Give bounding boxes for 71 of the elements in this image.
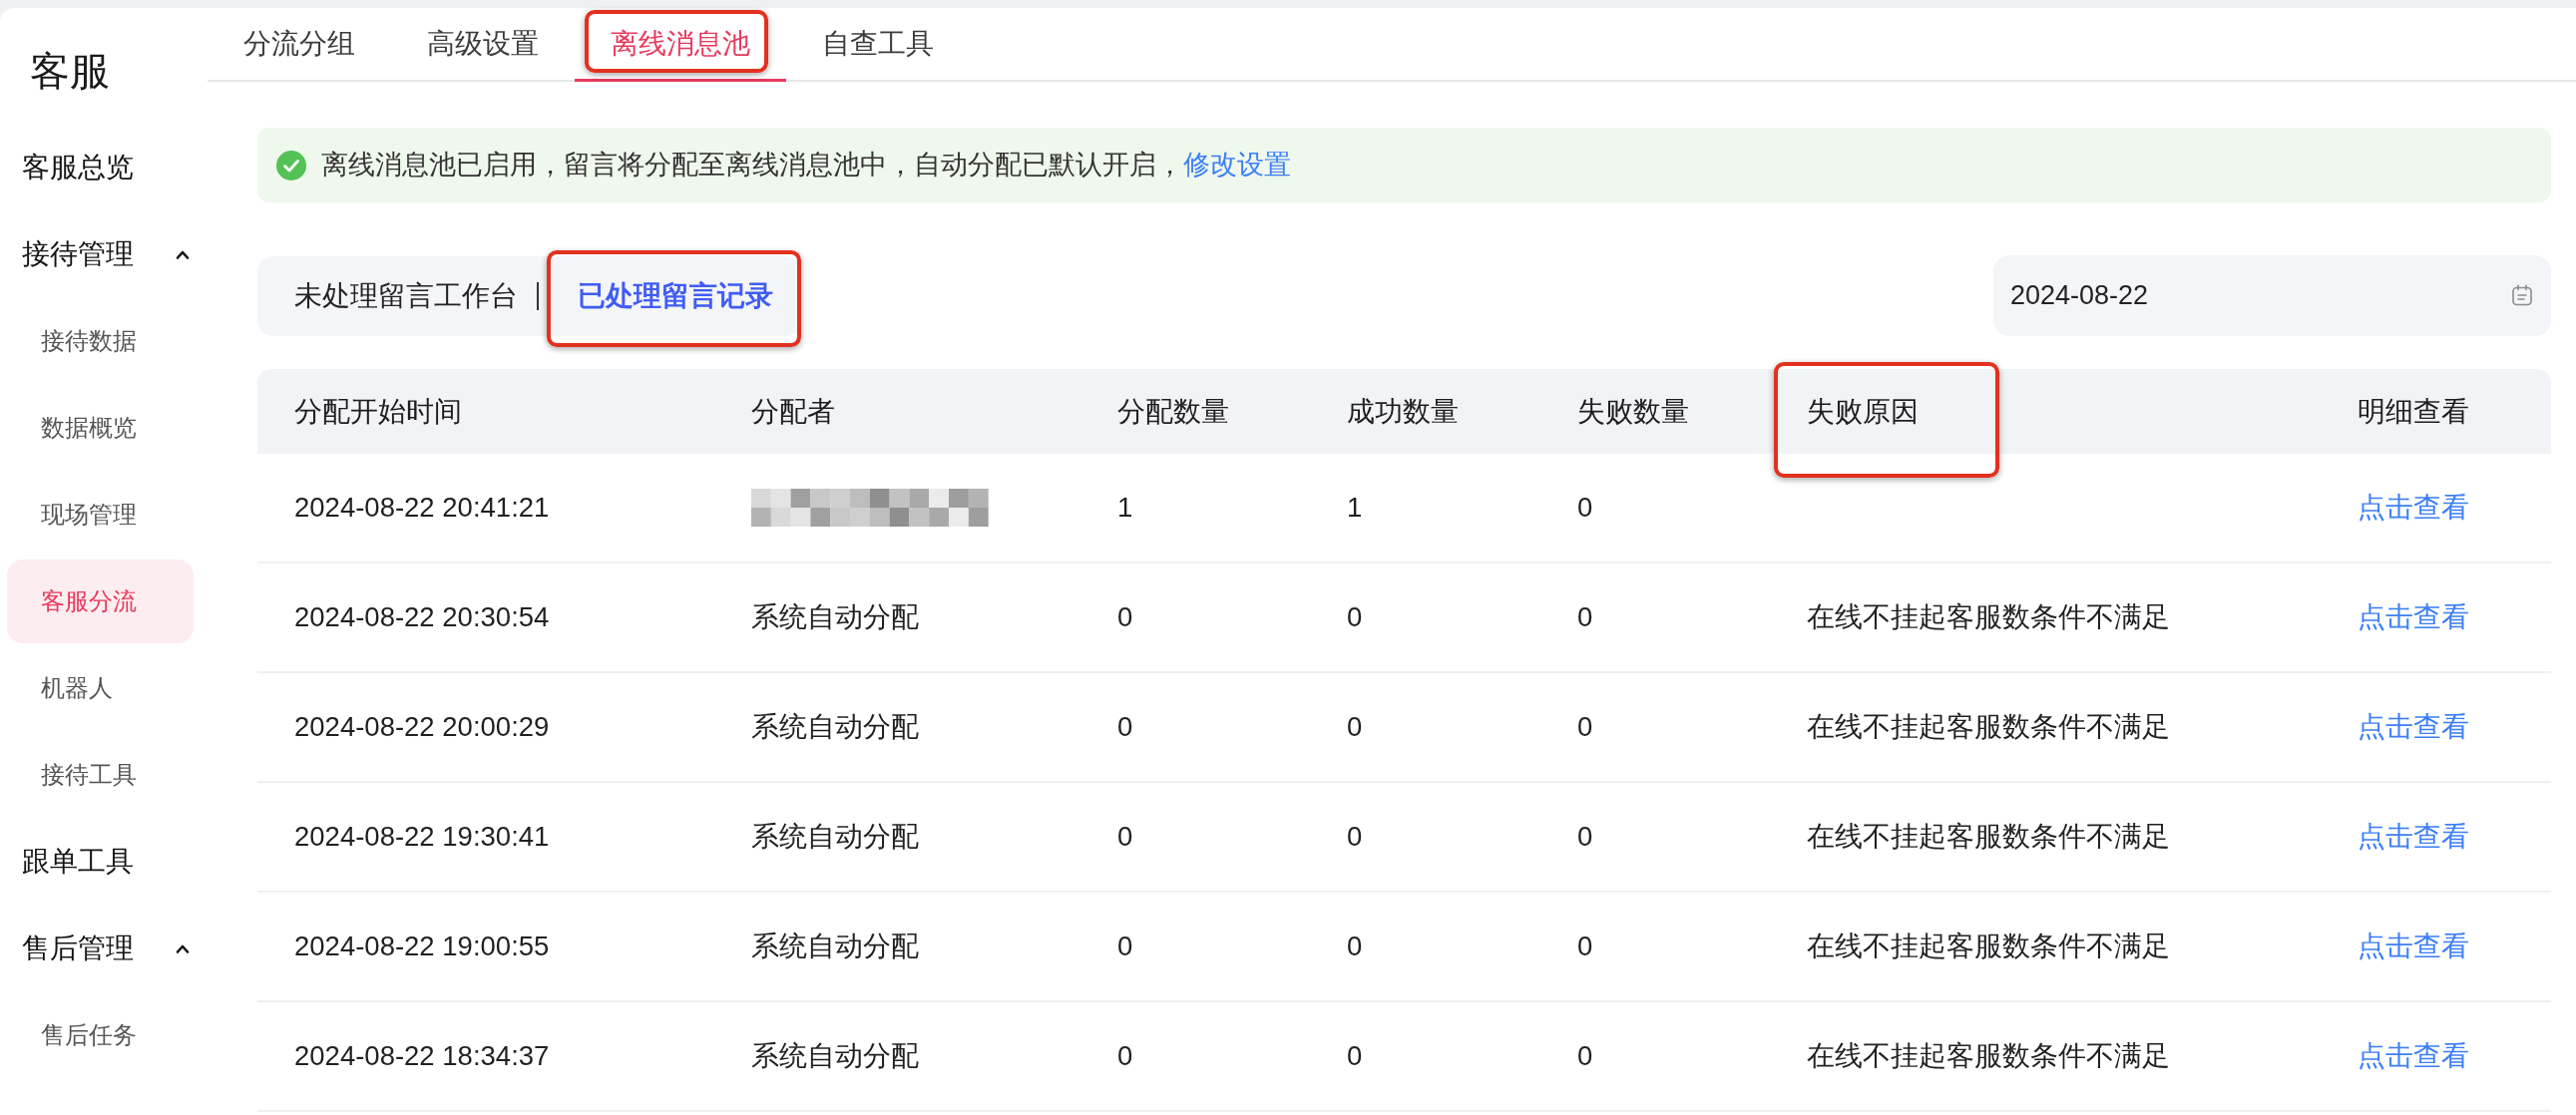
table-cell: 1 [1347,454,1577,563]
table-cell: 0 [1577,783,1807,893]
column-header: 失败原因 [1807,395,1919,427]
chevron-up-icon[interactable] [176,943,190,953]
table-cell: 2024-08-22 19:00:55 [257,893,751,1002]
sidebar-item[interactable]: 售后任务 [7,993,194,1077]
detail-link[interactable]: 点击查看 [2358,1040,2469,1072]
table-cell: 0 [1347,893,1577,1002]
tab[interactable]: 高级设置 [391,8,575,82]
calendar-icon [2511,284,2533,306]
sidebar-item[interactable]: 现场管理 [7,473,194,557]
table-cell: 0 [1117,893,1347,1002]
column-header: 分配数量 [1117,395,1229,427]
table-cell: 0 [1117,783,1347,893]
sidebar-item[interactable]: 接待管理 [7,212,194,296]
table-cell: 在线不挂起客服数条件不满足 [1807,893,2358,1002]
table-cell: 0 [1577,563,1807,673]
table-cell: 2024-08-22 18:34:37 [257,1002,751,1112]
column-header: 分配开始时间 [294,395,462,427]
table-cell: 在线不挂起客服数条件不满足 [1807,1002,2358,1112]
table-cell: 0 [1347,783,1577,893]
table-cell: 2024-08-22 20:30:54 [257,563,751,673]
sidebar-item[interactable]: 机器人 [7,646,194,730]
sidebar-item[interactable]: 接待数据 [7,299,194,383]
column-header: 分配者 [751,395,835,427]
table-cell: 0 [1577,1002,1807,1112]
table-cell: 在线不挂起客服数条件不满足 [1807,783,2358,893]
table-cell: 2024-08-22 20:00:29 [257,673,751,783]
table-cell: 系统自动分配 [751,673,1117,783]
table-cell: 2024-08-22 19:30:41 [257,783,751,893]
sidebar-item[interactable]: 客服总览 [7,126,194,209]
table-cell: 0 [1347,673,1577,783]
date-picker-field[interactable]: 2024-08-22 [1993,255,2551,336]
table-cell: 0 [1117,563,1347,673]
table-cell: 在线不挂起客服数条件不满足 [1807,563,2358,673]
sidebar-item[interactable]: 数据概览 [7,386,194,470]
sidebar-item[interactable]: 跟单工具 [7,820,194,904]
table-cell: 1 [1117,454,1347,563]
sidebar-item[interactable]: 接待工具 [7,733,194,817]
column-header: 明细查看 [2358,395,2469,427]
detail-link[interactable]: 点击查看 [2358,821,2469,853]
table-cell: 0 [1577,893,1807,1002]
table-cell: 0 [1347,1002,1577,1112]
table-cell: 在线不挂起客服数条件不满足 [1807,673,2358,783]
table-cell: 0 [1577,454,1807,563]
detail-link[interactable]: 点击查看 [2358,711,2469,743]
tab[interactable]: 自查工具 [786,8,970,82]
table-cell: 2024-08-22 20:41:21 [257,454,751,563]
table-cell: 系统自动分配 [751,893,1117,1002]
sidebar-item[interactable]: 售后管理 [7,907,194,990]
detail-link[interactable]: 点击查看 [2358,601,2469,633]
alert-message: 离线消息池已启用，留言将分配至离线消息池中，自动分配已默认开启， [321,149,1183,183]
table-cell: 0 [1117,673,1347,783]
chevron-up-icon[interactable] [176,249,190,259]
tab[interactable]: 分流分组 [208,8,391,82]
subtab[interactable]: 未处理留言工作台 [257,255,537,336]
table-cell: 0 [1117,1002,1347,1112]
detail-link[interactable]: 点击查看 [2358,492,2469,524]
success-check-icon [276,150,306,181]
table-cell: 系统自动分配 [751,563,1117,673]
tab[interactable]: 离线消息池 [575,8,786,82]
sidebar-item[interactable]: 客服分流 [7,559,194,643]
column-header: 成功数量 [1347,395,1459,427]
table-cell: 系统自动分配 [751,783,1117,893]
column-header: 失败数量 [1577,395,1689,427]
detail-link[interactable]: 点击查看 [2358,930,2469,962]
table-cell: 0 [1347,563,1577,673]
sidebar-title: 客服 [29,48,111,95]
table-cell: 系统自动分配 [751,1002,1117,1112]
subtab[interactable]: 已处理留言记录 [547,255,801,336]
table-cell: 0 [1577,673,1807,783]
